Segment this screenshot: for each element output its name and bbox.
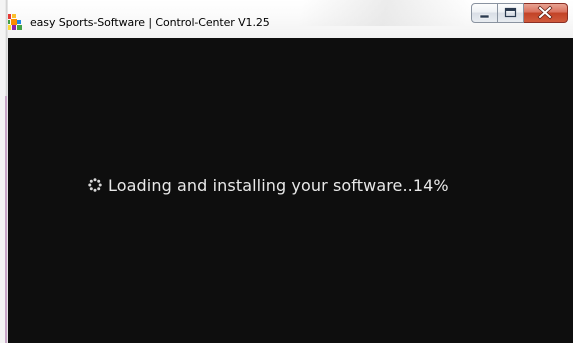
application-window: easy Sports-Software | Control-Center V1… <box>0 0 573 343</box>
maximize-button[interactable] <box>498 3 524 23</box>
close-icon <box>537 5 553 20</box>
window-left-border <box>0 0 8 343</box>
maximize-icon <box>504 7 517 18</box>
window-title: easy Sports-Software | Control-Center V1… <box>30 16 270 29</box>
title-bar-sheen <box>297 0 473 26</box>
loading-status-text: Loading and installing your software..14… <box>108 175 449 195</box>
loading-panel: Loading and installing your software..14… <box>8 38 573 343</box>
window-left-border-accent <box>5 96 7 343</box>
minimize-icon <box>479 14 490 19</box>
spinner-icon <box>88 178 102 192</box>
window-controls <box>471 3 568 23</box>
minimize-button[interactable] <box>471 3 498 23</box>
loading-status: Loading and installing your software..14… <box>88 173 449 197</box>
close-button[interactable] <box>524 3 568 23</box>
title-bar[interactable]: easy Sports-Software | Control-Center V1… <box>0 0 573 38</box>
app-icon[interactable] <box>6 14 22 30</box>
